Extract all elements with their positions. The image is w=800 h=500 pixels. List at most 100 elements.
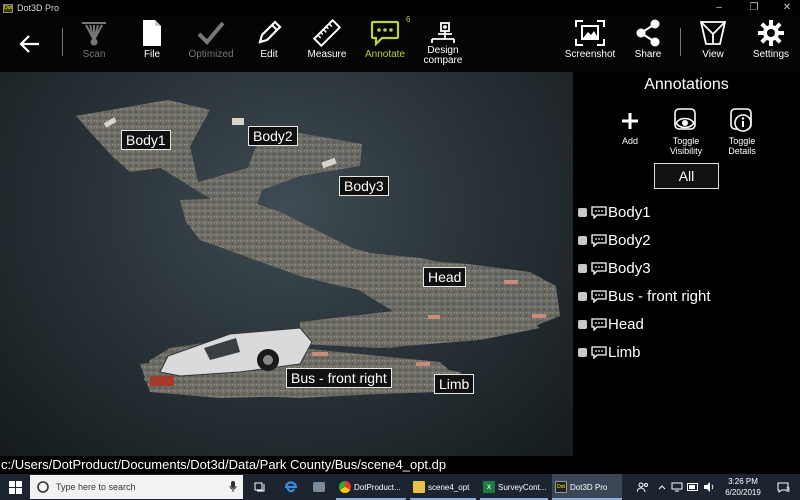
taskbar-app-excel[interactable]: x SurveyCont... bbox=[480, 474, 548, 500]
toolbar-divider bbox=[62, 28, 63, 56]
screenshot-label: Screenshot bbox=[564, 49, 616, 60]
dot3d-icon: Dot bbox=[555, 481, 567, 493]
list-item-label: Bus - front right bbox=[608, 287, 711, 305]
checkbox[interactable] bbox=[578, 235, 587, 245]
design-compare-button[interactable]: Design compare bbox=[418, 16, 468, 72]
taskbar-app-explorer[interactable]: scene4_opt bbox=[410, 474, 476, 500]
search-placeholder: Type here to search bbox=[56, 482, 136, 492]
back-button[interactable] bbox=[10, 16, 50, 72]
comment-icon bbox=[591, 345, 607, 359]
windows-logo-icon bbox=[8, 480, 22, 494]
annotation-tag[interactable]: Limb bbox=[434, 374, 475, 394]
list-item-label: Body3 bbox=[608, 259, 651, 277]
title-bar: Dot Dot3D Pro – ❐ ✕ bbox=[0, 0, 800, 16]
battery-icon[interactable] bbox=[686, 474, 700, 500]
info-icon bbox=[721, 106, 763, 136]
optimized-button[interactable]: Optimized bbox=[184, 16, 238, 72]
taskbar-app-label: DotProduct... bbox=[354, 482, 401, 492]
file-path-bar: c:/Users/DotProduct/Documents/Dot3d/Data… bbox=[0, 456, 800, 474]
cortana-circle-icon bbox=[37, 481, 49, 493]
action-center-button[interactable]: 3 bbox=[772, 474, 794, 500]
annotation-tag[interactable]: Body3 bbox=[339, 176, 389, 196]
app-logo-icon: Dot bbox=[3, 3, 13, 13]
comment-icon bbox=[591, 205, 607, 219]
toggle-visibility-label-2: Visibility bbox=[669, 146, 703, 156]
comment-icon bbox=[591, 261, 607, 275]
add-annotation-button[interactable]: Add bbox=[617, 106, 643, 146]
list-item[interactable]: Bus - front right bbox=[578, 282, 798, 310]
volume-icon[interactable] bbox=[702, 474, 716, 500]
scan-button[interactable]: Scan bbox=[72, 16, 116, 72]
view-cube-icon bbox=[692, 16, 734, 50]
view-button[interactable]: View bbox=[692, 16, 734, 72]
scan-icon bbox=[72, 16, 116, 50]
annotation-tag[interactable]: Body1 bbox=[121, 130, 171, 150]
annotation-tag[interactable]: Bus - front right bbox=[286, 368, 392, 388]
chevron-up-icon[interactable] bbox=[656, 474, 668, 500]
toggle-details-label-1: Toggle bbox=[728, 136, 756, 146]
toggle-visibility-button[interactable]: Toggle Visibility bbox=[665, 106, 707, 156]
list-item[interactable]: Body2 bbox=[578, 226, 798, 254]
network-icon[interactable] bbox=[670, 474, 684, 500]
back-arrow-icon bbox=[10, 16, 50, 72]
annotate-label: Annotate bbox=[364, 49, 406, 60]
checkbox[interactable] bbox=[578, 263, 587, 273]
taskbar-search-box[interactable]: Type here to search bbox=[30, 475, 243, 499]
file-label: File bbox=[143, 49, 161, 60]
eye-icon bbox=[665, 106, 707, 136]
start-button[interactable] bbox=[4, 474, 26, 500]
comment-icon bbox=[591, 289, 607, 303]
gear-icon bbox=[746, 16, 796, 50]
annotation-tag[interactable]: Body2 bbox=[248, 126, 298, 146]
annotate-button[interactable]: Annotate 6 bbox=[360, 15, 411, 72]
maximize-button[interactable]: ❐ bbox=[741, 0, 767, 16]
settings-button[interactable]: Settings bbox=[746, 16, 796, 72]
system-clock[interactable]: 3:26 PM 6/20/2019 bbox=[717, 476, 769, 498]
app-store-icon[interactable] bbox=[310, 474, 328, 500]
taskbar-app-label: SurveyCont... bbox=[498, 482, 547, 492]
microphone-icon bbox=[229, 481, 237, 492]
settings-label: Settings bbox=[752, 49, 790, 60]
list-item-label: Body2 bbox=[608, 231, 651, 249]
taskbar-app-chrome[interactable]: DotProduct... bbox=[336, 474, 406, 500]
app-window: Dot Dot3D Pro – ❐ ✕ Scan File Optimized … bbox=[0, 0, 800, 500]
screenshot-button[interactable]: Screenshot bbox=[562, 16, 618, 72]
file-icon bbox=[132, 16, 172, 50]
add-label: Add bbox=[621, 136, 638, 146]
checkbox[interactable] bbox=[578, 319, 587, 329]
comment-icon bbox=[591, 233, 607, 247]
taskbar-app-dot3d[interactable]: Dot Dot3D Pro bbox=[552, 474, 622, 500]
annotation-list: Body1 Body2 Body3 Bus - front right Head bbox=[578, 198, 798, 366]
task-view-icon[interactable] bbox=[252, 474, 268, 500]
share-button[interactable]: Share bbox=[628, 16, 668, 72]
annotate-count-badge: 6 bbox=[406, 15, 411, 24]
clock-time: 3:26 PM bbox=[728, 477, 758, 486]
list-item[interactable]: Body1 bbox=[578, 198, 798, 226]
toolbar-divider-2 bbox=[680, 28, 681, 56]
ruler-icon bbox=[304, 16, 350, 50]
optimized-label: Optimized bbox=[188, 49, 234, 60]
checkbox[interactable] bbox=[578, 207, 587, 217]
annotation-tag[interactable]: Head bbox=[423, 267, 467, 287]
toggle-details-label-2: Details bbox=[728, 146, 756, 156]
comment-icon bbox=[591, 317, 607, 331]
list-item[interactable]: Body3 bbox=[578, 254, 798, 282]
close-button[interactable]: ✕ bbox=[774, 0, 800, 16]
minimize-button[interactable]: – bbox=[706, 0, 732, 16]
checkbox[interactable] bbox=[578, 347, 587, 357]
toggle-details-button[interactable]: Toggle Details bbox=[721, 106, 763, 156]
list-item-label: Body1 bbox=[608, 203, 651, 221]
measure-button[interactable]: Measure bbox=[304, 16, 350, 72]
checkbox[interactable] bbox=[578, 291, 587, 301]
list-item[interactable]: Limb bbox=[578, 338, 798, 366]
list-item[interactable]: Head bbox=[578, 310, 798, 338]
plus-icon bbox=[617, 106, 643, 136]
file-button[interactable]: File bbox=[132, 16, 172, 72]
3d-viewport[interactable]: Body1 Body2 Body3 Head Bus - front right… bbox=[0, 72, 573, 456]
edit-button[interactable]: Edit bbox=[250, 16, 288, 72]
checkmark-icon bbox=[184, 16, 238, 50]
edge-browser-icon[interactable] bbox=[282, 474, 300, 500]
filter-all-button[interactable]: All bbox=[654, 163, 719, 189]
people-icon[interactable] bbox=[636, 474, 650, 500]
chrome-icon bbox=[339, 481, 351, 493]
